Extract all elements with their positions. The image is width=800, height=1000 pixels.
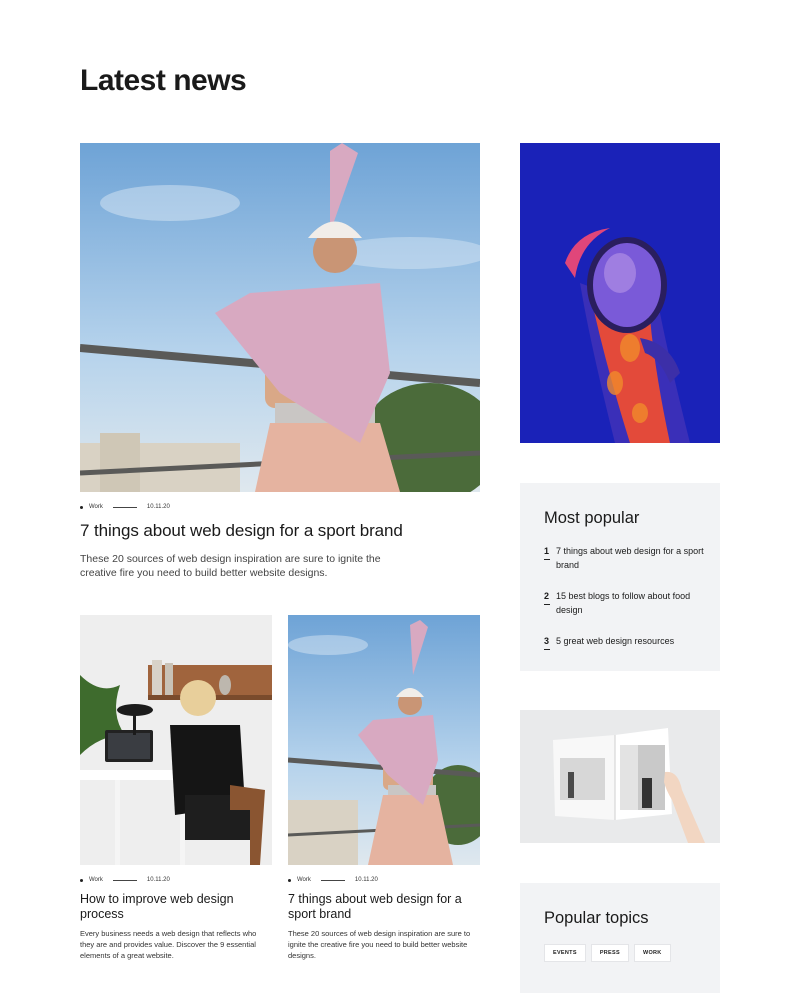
article-card[interactable]: Work 10.11.20 7 things about web design …	[288, 615, 480, 961]
article-card-title[interactable]: 7 things about web design for a sport br…	[288, 892, 480, 922]
article-card-image[interactable]	[80, 615, 272, 865]
article-card-image[interactable]	[288, 615, 480, 865]
meta-divider	[320, 879, 345, 881]
date-label: 10.11.20	[146, 504, 170, 510]
most-popular-list: 1 7 things about web design for a sport …	[544, 544, 704, 665]
most-popular-heading: Most popular	[544, 509, 640, 527]
article-card-excerpt: Every business needs a web design that r…	[80, 929, 257, 960]
article-card-meta: Work 10.11.20	[80, 876, 272, 884]
sidebar-image[interactable]	[520, 143, 720, 443]
article-card-title[interactable]: How to improve web design process	[80, 892, 272, 922]
featured-article-meta: Work 10.11.20	[80, 503, 480, 511]
category-dot	[80, 878, 83, 882]
topic-tag-work[interactable]: WORK	[633, 944, 671, 962]
item-label[interactable]: 15 best blogs to follow about food desig…	[556, 589, 704, 617]
item-label[interactable]: 7 things about web design for a sport br…	[556, 544, 704, 572]
article-card-meta: Work 10.11.20	[288, 876, 480, 884]
article-card-excerpt: These 20 sources of web design inspirati…	[288, 929, 471, 960]
category-label: Work	[89, 504, 103, 510]
featured-article-image[interactable]	[80, 143, 480, 492]
topic-tags: EVENTS PRESS WORK	[544, 944, 671, 962]
popular-topics-panel: Popular topics EVENTS PRESS WORK	[520, 883, 720, 993]
featured-article-excerpt: These 20 sources of web design inspirati…	[80, 553, 381, 579]
most-popular-item[interactable]: 1 7 things about web design for a sport …	[544, 544, 704, 572]
item-number: 3	[544, 634, 556, 650]
topic-tag-press[interactable]: PRESS	[590, 944, 629, 962]
meta-divider	[112, 506, 137, 508]
meta-divider	[112, 879, 137, 881]
popular-topics-heading: Popular topics	[544, 909, 649, 927]
date-label: 10.11.20	[354, 877, 378, 883]
item-label[interactable]: 5 great web design resources	[556, 634, 674, 648]
featured-article[interactable]: Work 10.11.20 7 things about web design …	[80, 143, 480, 580]
category-label: Work	[89, 877, 103, 883]
most-popular-item[interactable]: 3 5 great web design resources	[544, 634, 704, 650]
sidebar-image[interactable]	[520, 710, 720, 843]
item-number: 1	[544, 544, 556, 572]
article-card[interactable]: Work 10.11.20 How to improve web design …	[80, 615, 272, 961]
item-number: 2	[544, 589, 556, 617]
page-title: Latest news	[80, 64, 247, 97]
most-popular-panel: Most popular 1 7 things about web design…	[520, 483, 720, 671]
category-dot	[288, 878, 291, 882]
category-label: Work	[297, 877, 311, 883]
date-label: 10.11.20	[146, 877, 170, 883]
category-dot	[80, 505, 83, 509]
topic-tag-events[interactable]: EVENTS	[544, 944, 586, 962]
most-popular-item[interactable]: 2 15 best blogs to follow about food des…	[544, 589, 704, 617]
featured-article-title[interactable]: 7 things about web design for a sport br…	[80, 520, 480, 542]
